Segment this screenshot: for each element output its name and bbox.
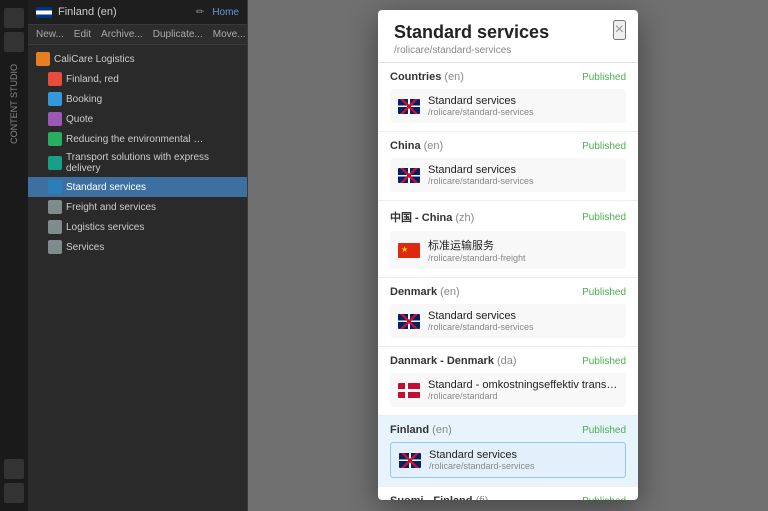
content-item-finland-en[interactable]: Standard services /rolicare/standard-ser… — [390, 442, 626, 478]
toolbar-icon-2[interactable] — [4, 32, 24, 52]
item-info-denmark-da: Standard - omkostningseffektiv transport… — [428, 379, 618, 401]
modal-body[interactable]: Countries (en) Published Standard servic… — [378, 63, 638, 500]
lang-name-countries: Countries (en) — [390, 71, 464, 83]
toolbar-icon-4[interactable] — [4, 483, 24, 503]
lang-section-suomi-fi: Suomi - Finland (fi) Published Vakiopalv… — [378, 487, 638, 500]
item-path-denmark-en: /rolicare/standard-services — [428, 322, 618, 332]
tree-item-booking[interactable]: Booking — [28, 89, 247, 109]
move-button[interactable]: Move... — [213, 29, 246, 40]
finland-flag — [36, 7, 52, 18]
duplicate-button[interactable]: Duplicate... — [153, 29, 203, 40]
modal-title: Standard services — [394, 22, 622, 43]
item-path-countries: /rolicare/standard-services — [428, 107, 618, 117]
content-toolbar: New... Edit Archive... Duplicate... Move… — [28, 25, 247, 45]
content-item-china-en[interactable]: Standard services /rolicare/standard-ser… — [390, 158, 626, 192]
app-background: CONTENT STUDIO Finland (en) ✏ Home New..… — [0, 0, 768, 511]
modal-overlay: Standard services /rolicare/standard-ser… — [248, 0, 768, 511]
flag-uk-denmark-en — [398, 314, 420, 329]
content-item-china-zh[interactable]: 标准运输服务 /rolicare/standard-freight — [390, 231, 626, 269]
lang-header-finland-en: Finland (en) Published — [390, 424, 626, 436]
edit-button[interactable]: Edit — [74, 29, 91, 40]
published-badge-suomi-fi: Published — [582, 496, 626, 501]
item-info-countries: Standard services /rolicare/standard-ser… — [428, 95, 618, 117]
tree-item-standard-services[interactable]: Standard services — [28, 177, 247, 197]
item-title-denmark-da: Standard - omkostningseffektiv transport… — [428, 379, 618, 391]
lang-name-china-en: China (en) — [390, 140, 443, 152]
tree-item-quote[interactable]: Quote — [28, 109, 247, 129]
content-item-denmark-en[interactable]: Standard services /rolicare/standard-ser… — [390, 304, 626, 338]
item-title-countries: Standard services — [428, 95, 618, 107]
edit-icon[interactable]: ✏ — [196, 7, 204, 18]
lang-section-denmark-da: Danmark - Denmark (da) Published Standar… — [378, 347, 638, 416]
item-path-china-en: /rolicare/standard-services — [428, 176, 618, 186]
item-title-finland-en: Standard services — [429, 449, 617, 461]
tree-item-logistics[interactable]: Logistics services — [28, 217, 247, 237]
modal-header: Standard services /rolicare/standard-ser… — [378, 10, 638, 63]
item-info-china-en: Standard services /rolicare/standard-ser… — [428, 164, 618, 186]
published-badge-denmark-en: Published — [582, 287, 626, 298]
lang-header-countries: Countries (en) Published — [390, 71, 626, 83]
item-path-finland-en: /rolicare/standard-services — [429, 461, 617, 471]
content-tree: CaliCare Logistics Finland, red Booking … — [28, 45, 247, 261]
lang-header-china-zh: 中国 - China (zh) Published — [390, 209, 626, 225]
flag-uk-china-en — [398, 168, 420, 183]
flag-dk-denmark — [398, 383, 420, 398]
modal-close-button[interactable]: × — [613, 20, 626, 40]
header-actions: ✏ Home — [196, 7, 239, 18]
item-info-china-zh: 标准运输服务 /rolicare/standard-freight — [428, 237, 618, 263]
header-country: Finland (en) — [58, 6, 117, 18]
item-title-china-zh: 标准运输服务 — [428, 237, 618, 253]
left-toolbar: CONTENT STUDIO — [0, 0, 28, 511]
flag-uk-countries — [398, 99, 420, 114]
lang-name-denmark-da: Danmark - Denmark (da) — [390, 355, 517, 367]
standard-services-modal: Standard services /rolicare/standard-ser… — [378, 10, 638, 500]
home-link[interactable]: Home — [212, 7, 239, 18]
lang-name-china-zh: 中国 - China (zh) — [390, 209, 474, 225]
archive-button[interactable]: Archive... — [101, 29, 143, 40]
content-sidebar: Finland (en) ✏ Home New... Edit Archive.… — [28, 0, 248, 511]
lang-header-china-en: China (en) Published — [390, 140, 626, 152]
content-item-denmark-da[interactable]: Standard - omkostningseffektiv transport… — [390, 373, 626, 407]
lang-header-suomi-fi: Suomi - Finland (fi) Published — [390, 495, 626, 500]
item-path-denmark-da: /rolicare/standard — [428, 391, 618, 401]
lang-section-finland-en: Finland (en) Published Standard services… — [378, 416, 638, 487]
item-info-finland-en: Standard services /rolicare/standard-ser… — [429, 449, 617, 471]
flag-cn-china-zh — [398, 243, 420, 258]
toolbar-icon-1[interactable] — [4, 8, 24, 28]
content-studio-label: CONTENT STUDIO — [9, 64, 19, 144]
item-title-china-en: Standard services — [428, 164, 618, 176]
tree-item-calicare[interactable]: CaliCare Logistics — [28, 49, 247, 69]
lang-section-china-zh: 中国 - China (zh) Published 标准运输服务 /rolica… — [378, 201, 638, 278]
toolbar-icon-3[interactable] — [4, 459, 24, 479]
item-title-denmark-en: Standard services — [428, 310, 618, 322]
flag-uk-finland-en — [399, 453, 421, 468]
content-item-countries[interactable]: Standard services /rolicare/standard-ser… — [390, 89, 626, 123]
lang-name-denmark-en: Denmark (en) — [390, 286, 460, 298]
tree-item-transport[interactable]: Transport solutions with express deliver… — [28, 149, 247, 177]
lang-section-countries: Countries (en) Published Standard servic… — [378, 63, 638, 132]
item-path-china-zh: /rolicare/standard-freight — [428, 253, 618, 263]
lang-section-denmark-en: Denmark (en) Published Standard services… — [378, 278, 638, 347]
tree-item-services[interactable]: Services — [28, 237, 247, 257]
published-badge-china-en: Published — [582, 141, 626, 152]
item-info-denmark-en: Standard services /rolicare/standard-ser… — [428, 310, 618, 332]
tree-item-finland-red[interactable]: Finland, red — [28, 69, 247, 89]
new-button[interactable]: New... — [36, 29, 64, 40]
tree-item-freight[interactable]: Freight and services — [28, 197, 247, 217]
main-content: Standard services /rolicare/standard-ser… — [248, 0, 768, 511]
lang-header-denmark-da: Danmark - Denmark (da) Published — [390, 355, 626, 367]
lang-header-denmark-en: Denmark (en) Published — [390, 286, 626, 298]
published-badge-finland-en: Published — [582, 425, 626, 436]
sidebar-header: Finland (en) ✏ Home — [28, 0, 247, 25]
published-badge-denmark-da: Published — [582, 356, 626, 367]
modal-path: /rolicare/standard-services — [394, 45, 622, 56]
tree-item-environmental[interactable]: Reducing the environmental footprint on … — [28, 129, 247, 149]
lang-name-finland-en: Finland (en) — [390, 424, 452, 436]
published-badge-countries: Published — [582, 72, 626, 83]
lang-name-suomi-fi: Suomi - Finland (fi) — [390, 495, 488, 500]
published-badge-china-zh: Published — [582, 212, 626, 223]
lang-section-china-en: China (en) Published Standard services /… — [378, 132, 638, 201]
